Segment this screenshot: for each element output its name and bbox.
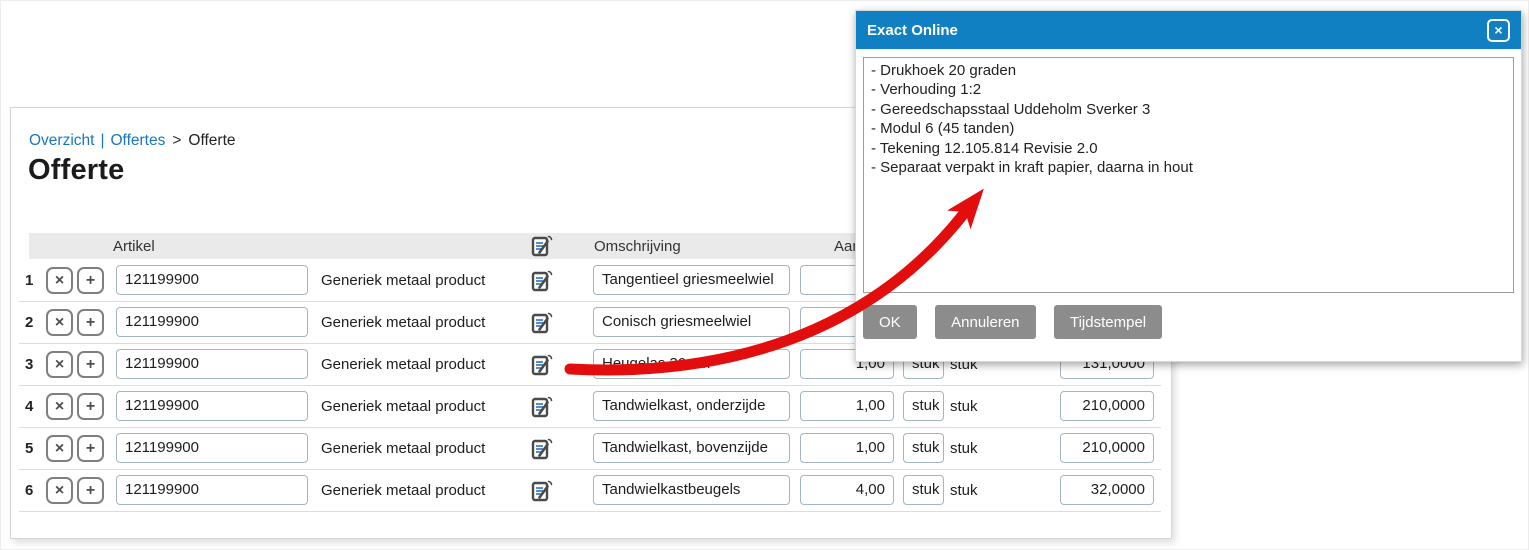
- eenheid-label: stuk: [950, 482, 978, 499]
- artikel-input[interactable]: 121199900: [116, 265, 308, 295]
- edit-note-icon[interactable]: [530, 234, 554, 258]
- add-row-button[interactable]: +: [77, 393, 104, 420]
- artikel-input[interactable]: 121199900: [116, 391, 308, 421]
- add-row-button[interactable]: +: [77, 267, 104, 294]
- delete-row-button[interactable]: ×: [46, 309, 73, 336]
- dialog-buttons: OK Annuleren Tijdstempel: [863, 305, 1514, 339]
- add-icon: +: [86, 441, 95, 457]
- delete-icon: ×: [55, 357, 64, 373]
- add-icon: +: [86, 357, 95, 373]
- edit-note-icon[interactable]: [530, 311, 554, 335]
- delete-row-button[interactable]: ×: [46, 393, 73, 420]
- breadcrumb-link-offertes[interactable]: Offertes: [111, 132, 166, 149]
- delete-row-button[interactable]: ×: [46, 267, 73, 294]
- aantal-input[interactable]: 4,00: [800, 475, 894, 505]
- add-icon: +: [86, 273, 95, 289]
- omschrijving-input[interactable]: Tandwielkast, onderzijde: [593, 391, 790, 421]
- page-title: Offerte: [28, 154, 124, 187]
- prijs-input[interactable]: 32,0000: [1060, 475, 1154, 505]
- note-textarea[interactable]: - Drukhoek 20 graden - Verhouding 1:2 - …: [863, 57, 1514, 293]
- row-number: 5: [25, 440, 33, 457]
- add-row-button[interactable]: +: [77, 477, 104, 504]
- breadcrumb-current: Offerte: [188, 132, 235, 149]
- close-icon: ×: [1494, 23, 1502, 37]
- table-row: 6 × + 121199900 Generiek metaal product …: [19, 470, 1161, 512]
- edit-note-icon[interactable]: [530, 395, 554, 419]
- artikel-description: Generiek metaal product: [321, 356, 485, 373]
- add-icon: +: [86, 315, 95, 331]
- edit-note-icon[interactable]: [530, 269, 554, 293]
- eenheid-input[interactable]: stuk: [903, 475, 944, 505]
- dialog-title: Exact Online: [867, 22, 958, 39]
- aantal-input[interactable]: 1,00: [800, 391, 894, 421]
- column-header-omschrijving: Omschrijving: [594, 238, 681, 255]
- aantal-input[interactable]: 1,00: [800, 433, 894, 463]
- delete-icon: ×: [55, 315, 64, 331]
- ok-button[interactable]: OK: [863, 305, 917, 339]
- breadcrumb: Overzicht | Offertes > Offerte: [29, 132, 236, 150]
- add-row-button[interactable]: +: [77, 351, 104, 378]
- eenheid-label: stuk: [950, 440, 978, 457]
- artikel-input[interactable]: 121199900: [116, 307, 308, 337]
- breadcrumb-chevron: >: [172, 132, 181, 149]
- delete-row-button[interactable]: ×: [46, 351, 73, 378]
- delete-icon: ×: [55, 399, 64, 415]
- breadcrumb-separator: |: [100, 132, 104, 149]
- dialog-titlebar: Exact Online ×: [856, 11, 1521, 49]
- prijs-input[interactable]: 210,0000: [1060, 433, 1154, 463]
- add-row-button[interactable]: +: [77, 309, 104, 336]
- row-number: 3: [25, 356, 33, 373]
- annuleren-button[interactable]: Annuleren: [935, 305, 1035, 339]
- artikel-description: Generiek metaal product: [321, 314, 485, 331]
- omschrijving-input[interactable]: Conisch griesmeelwiel: [593, 307, 790, 337]
- exact-online-dialog: Exact Online × - Drukhoek 20 graden - Ve…: [855, 10, 1522, 362]
- add-icon: +: [86, 483, 95, 499]
- delete-icon: ×: [55, 273, 64, 289]
- omschrijving-input[interactable]: Tandwielkastbeugels: [593, 475, 790, 505]
- prijs-input[interactable]: 210,0000: [1060, 391, 1154, 421]
- screen: Overzicht | Offertes > Offerte Offerte Artik…: [0, 0, 1529, 550]
- row-number: 6: [25, 482, 33, 499]
- table-row: 5 × + 121199900 Generiek metaal product …: [19, 428, 1161, 470]
- eenheid-input[interactable]: stuk: [903, 391, 944, 421]
- omschrijving-input[interactable]: Tandwielkast, bovenzijde: [593, 433, 790, 463]
- edit-note-icon[interactable]: [530, 437, 554, 461]
- artikel-description: Generiek metaal product: [321, 272, 485, 289]
- omschrijving-input[interactable]: Heugelas 30 cm: [593, 349, 790, 379]
- artikel-input[interactable]: 121199900: [116, 433, 308, 463]
- artikel-input[interactable]: 121199900: [116, 475, 308, 505]
- row-number: 2: [25, 314, 33, 331]
- column-header-artikel: Artikel: [113, 238, 155, 255]
- artikel-input[interactable]: 121199900: [116, 349, 308, 379]
- close-button[interactable]: ×: [1487, 19, 1510, 42]
- edit-note-icon[interactable]: [530, 353, 554, 377]
- dialog-body: - Drukhoek 20 graden - Verhouding 1:2 - …: [856, 49, 1521, 347]
- delete-icon: ×: [55, 441, 64, 457]
- delete-row-button[interactable]: ×: [46, 477, 73, 504]
- eenheid-input[interactable]: stuk: [903, 433, 944, 463]
- tijdstempel-button[interactable]: Tijdstempel: [1054, 305, 1162, 339]
- add-row-button[interactable]: +: [77, 435, 104, 462]
- add-icon: +: [86, 399, 95, 415]
- breadcrumb-link-overzicht[interactable]: Overzicht: [29, 132, 94, 149]
- row-number: 4: [25, 398, 33, 415]
- omschrijving-input[interactable]: Tangentieel griesmeelwiel: [593, 265, 790, 295]
- edit-note-icon[interactable]: [530, 479, 554, 503]
- table-row: 4 × + 121199900 Generiek metaal product …: [19, 386, 1161, 428]
- eenheid-label: stuk: [950, 398, 978, 415]
- row-number: 1: [25, 272, 33, 289]
- delete-row-button[interactable]: ×: [46, 435, 73, 462]
- artikel-description: Generiek metaal product: [321, 398, 485, 415]
- artikel-description: Generiek metaal product: [321, 440, 485, 457]
- delete-icon: ×: [55, 483, 64, 499]
- artikel-description: Generiek metaal product: [321, 482, 485, 499]
